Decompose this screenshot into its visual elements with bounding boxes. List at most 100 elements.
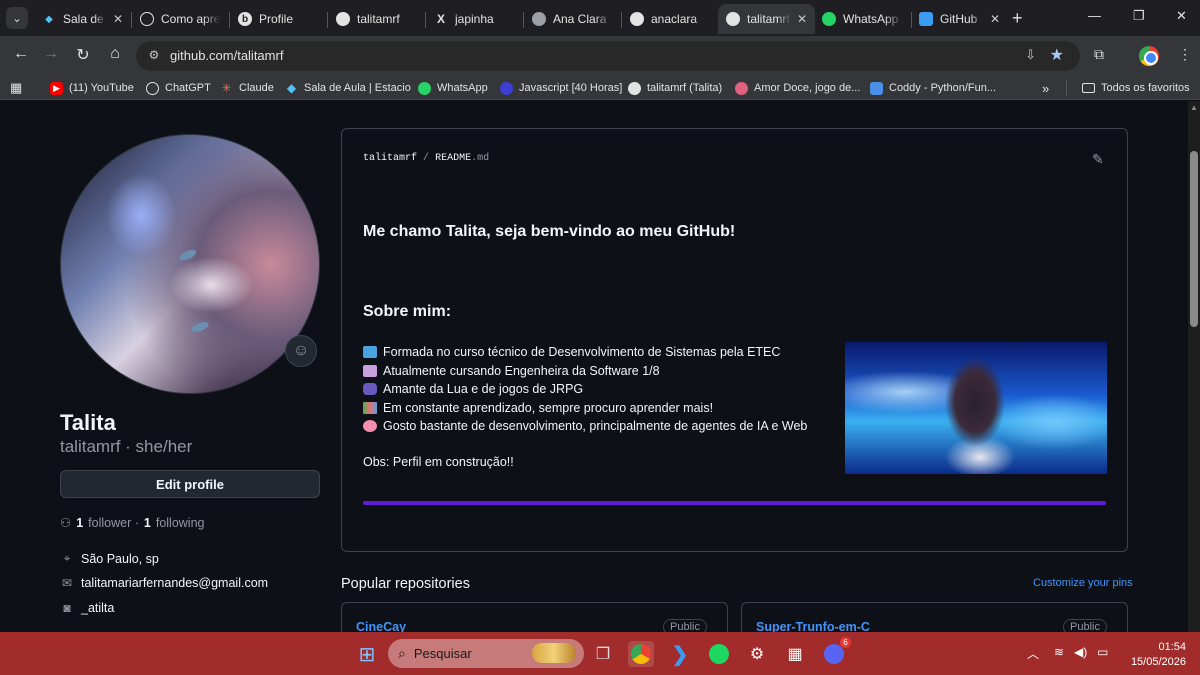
window-close-button[interactable]: ✕	[1176, 8, 1187, 24]
vscode-taskbar-icon[interactable]: ❯	[667, 641, 693, 667]
wifi-icon[interactable]: ≋	[1054, 645, 1064, 659]
list-item: Amante da Lua e de jogos de JRPG	[363, 380, 807, 399]
followers-count[interactable]: 1	[76, 516, 83, 530]
profile-avatar[interactable]	[60, 134, 320, 394]
back-button[interactable]: ←	[10, 45, 32, 63]
chrome-taskbar-icon[interactable]	[628, 641, 654, 667]
spotify-taskbar-icon[interactable]	[706, 641, 732, 667]
scrollbar-thumb[interactable]	[1190, 151, 1198, 327]
repo-card: Super-Trunfo-em-C Public	[741, 602, 1128, 632]
edit-readme-pencil-icon[interactable]: ✎	[1092, 151, 1104, 168]
bookmark-star-icon[interactable]: ★	[1050, 45, 1064, 65]
discord-taskbar-icon[interactable]: 6	[821, 637, 851, 667]
coddy-icon	[870, 81, 883, 95]
readme-owner-link[interactable]: talitamrf	[363, 153, 417, 164]
bookmark-youtube[interactable]: ▶ (11) YouTube	[50, 80, 134, 96]
bookmark-amor-doce[interactable]: Amor Doce, jogo de...	[735, 80, 860, 96]
install-app-icon[interactable]: ⇩	[1025, 47, 1036, 63]
home-button[interactable]: ⌂	[104, 45, 126, 63]
whatsapp-icon	[418, 81, 431, 95]
bookmark-coddy[interactable]: Coddy - Python/Fun...	[870, 80, 996, 96]
taskbar-clock[interactable]: 01:54 15/05/2026	[1124, 640, 1186, 670]
tab-japinha[interactable]: X japinha	[426, 4, 523, 34]
youtube-icon: ▶	[50, 81, 63, 95]
close-icon[interactable]: ✕	[990, 12, 1000, 26]
tab-search-button[interactable]: ⌄	[6, 7, 28, 29]
following-label[interactable]: following	[156, 516, 205, 530]
edit-profile-button[interactable]: Edit profile	[60, 470, 320, 498]
apps-grid-icon[interactable]: ▦	[10, 80, 22, 96]
readme-file-link[interactable]: README	[435, 153, 471, 164]
vscode-icon	[919, 12, 933, 26]
battery-icon[interactable]: ▭	[1097, 645, 1108, 659]
address-bar[interactable]: ⚙ github.com/talitamrf ⇩ ★	[136, 41, 1080, 71]
close-icon[interactable]: ✕	[113, 12, 123, 26]
site-info-icon[interactable]: ⚙	[146, 48, 162, 64]
email-link[interactable]: talitamariarfernandes@gmail.com	[81, 576, 268, 590]
windows-start-icon[interactable]: ⊞	[354, 641, 380, 667]
calculator-taskbar-icon[interactable]: ▦	[782, 641, 808, 667]
people-icon: ⚇	[60, 516, 72, 530]
readme-card: talitamrf / README.md ✎ Me chamo Talita,…	[341, 128, 1128, 552]
volume-icon[interactable]: ◀)	[1074, 645, 1087, 659]
reload-button[interactable]: ↻	[72, 45, 94, 65]
bookmark-whatsapp[interactable]: WhatsApp	[418, 80, 488, 96]
bookmark-estacio[interactable]: ◆ Sala de Aula | Estacio	[285, 80, 411, 96]
tab-anaclara[interactable]: anaclara	[622, 4, 719, 34]
repo-name-link[interactable]: Super-Trunfo-em-C	[756, 620, 870, 632]
instagram-icon: ◙	[63, 601, 71, 615]
set-status-button[interactable]: ☺	[285, 335, 317, 367]
laptop-emoji-icon	[363, 346, 377, 359]
search-highlight-image	[532, 643, 576, 663]
tab-como-aprender[interactable]: Como aprender	[132, 4, 229, 34]
repo-card: CineCay Public	[341, 602, 728, 632]
bookmarks-overflow-button[interactable]: »	[1042, 80, 1049, 96]
forward-button[interactable]: →	[40, 45, 62, 63]
task-view-icon[interactable]: ❐	[590, 641, 616, 667]
folder-icon	[1082, 83, 1095, 93]
bookmark-chatgpt[interactable]: ChatGPT	[146, 80, 211, 96]
customize-pins-link[interactable]: Customize your pins	[1033, 577, 1133, 589]
repo-name-link[interactable]: CineCay	[356, 620, 406, 632]
readme-extension: .md	[471, 153, 490, 164]
tab-ana-clara[interactable]: Ana Clara	[524, 4, 621, 34]
extensions-icon[interactable]: ⧉	[1094, 46, 1104, 63]
location-pin-icon: ⌖	[63, 551, 71, 565]
tray-overflow-icon[interactable]: ︿	[1027, 645, 1039, 662]
tab-title: talitamrf	[357, 12, 400, 26]
tab-github[interactable]: GitHub ✕	[911, 4, 1008, 34]
readme-note: Obs: Perfil em construção!!	[363, 455, 514, 469]
scroll-up-icon[interactable]: ▲	[1190, 103, 1198, 112]
tab-talitamrf-1[interactable]: talitamrf	[328, 4, 425, 34]
minimize-button[interactable]: —	[1088, 8, 1101, 23]
bookmark-javascript[interactable]: Javascript [40 Horas]	[500, 80, 622, 96]
tab-whatsapp[interactable]: WhatsApp	[814, 4, 911, 34]
url-text[interactable]: github.com/talitamrf	[170, 48, 283, 63]
gamepad-emoji-icon	[363, 383, 377, 396]
close-icon[interactable]: ✕	[797, 12, 807, 26]
instagram-link[interactable]: _atilta	[81, 601, 114, 615]
new-tab-button[interactable]: +	[1012, 8, 1023, 29]
restore-button[interactable]: ❐	[1133, 8, 1145, 24]
bookmark-label: Amor Doce, jogo de...	[754, 82, 861, 94]
all-favorites-folder[interactable]: Todos os favoritos	[1082, 80, 1190, 96]
bookmark-claude[interactable]: ✳ Claude	[220, 80, 273, 96]
tab-strip: ⌄ ◆ Sala de Aula | Estacio ✕ Como aprend…	[0, 0, 1200, 36]
chrome-menu-icon[interactable]: ⋮	[1178, 46, 1192, 63]
github-icon	[628, 81, 641, 95]
followers-label[interactable]: follower ·	[88, 516, 139, 530]
tab-sala-de-aula[interactable]: ◆ Sala de Aula | Estacio ✕	[34, 4, 131, 34]
page-scrollbar[interactable]: ▲	[1188, 101, 1200, 632]
list-item: Formada no curso técnico de Desenvolvime…	[363, 343, 807, 362]
tab-talitamrf-active[interactable]: talitamrf ✕	[718, 4, 815, 34]
bookmark-github-talita[interactable]: talitamrf (Talita)	[628, 80, 722, 96]
bookmark-label: Todos os favoritos	[1101, 82, 1190, 94]
profile-login: talitamrf · she/her	[60, 437, 193, 456]
following-count[interactable]: 1	[144, 516, 151, 530]
search-placeholder: Pesquisar	[413, 646, 472, 661]
about-heading: Sobre mim:	[363, 303, 452, 320]
steam-taskbar-icon[interactable]: ⚙	[744, 641, 770, 667]
chrome-profile-avatar[interactable]	[1139, 46, 1159, 66]
taskbar-search[interactable]: ⌕ Pesquisar	[388, 639, 584, 668]
tab-profile[interactable]: b Profile	[230, 4, 327, 34]
